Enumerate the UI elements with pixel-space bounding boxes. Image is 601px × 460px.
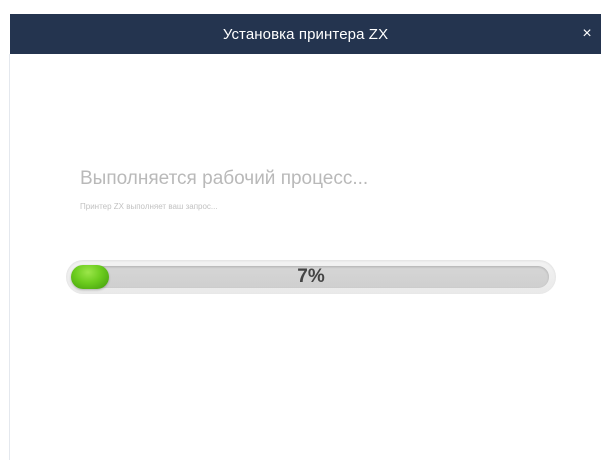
close-button[interactable]: × bbox=[577, 23, 597, 45]
window-title: Установка принтера ZX bbox=[222, 25, 389, 43]
progress-percent-label: 7% bbox=[297, 266, 325, 287]
title-bar: Установка принтера ZX × bbox=[10, 14, 601, 54]
progress-bar: 7% bbox=[66, 260, 556, 294]
installer-window: Установка принтера ZX × Выполняется рабо… bbox=[0, 0, 601, 460]
close-icon: × bbox=[582, 25, 592, 42]
status-message: Выполняется рабочий процесс... bbox=[80, 168, 369, 189]
status-submessage: Принтер ZX выполняет ваш запрос... bbox=[80, 202, 218, 211]
content-area: Выполняется рабочий процесс... Принтер Z… bbox=[10, 54, 601, 460]
